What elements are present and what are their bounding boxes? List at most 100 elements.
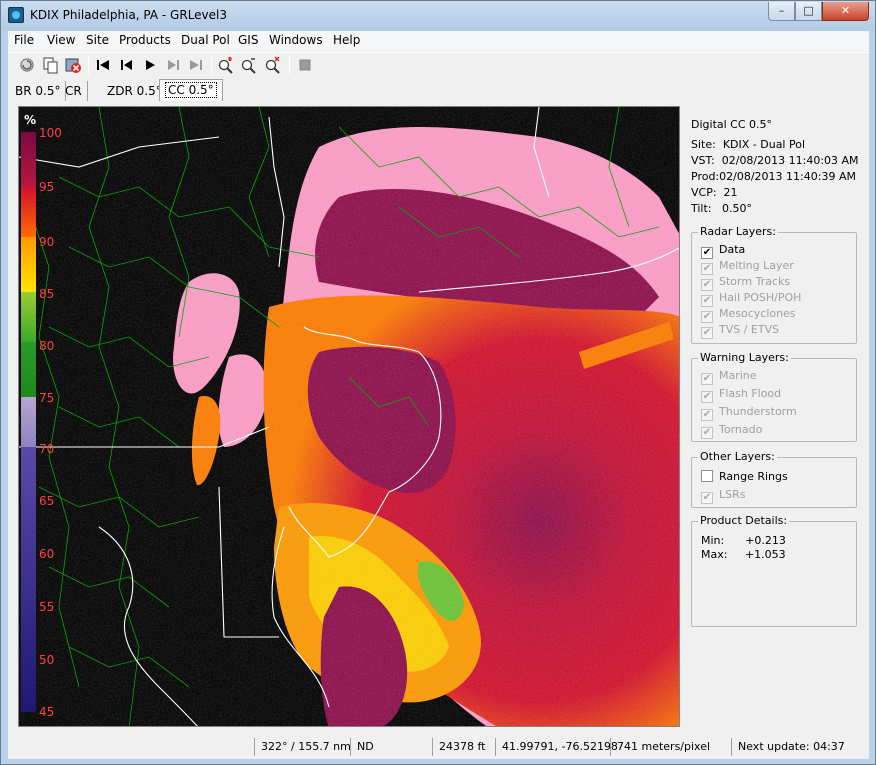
last-frame-icon[interactable] — [187, 56, 205, 74]
checkbox[interactable]: ✔ — [701, 327, 713, 339]
layer-flash-flood[interactable]: ✔ Flash Flood — [701, 387, 781, 403]
prod-value: 02/08/2013 11:40:39 AM — [719, 170, 856, 183]
menu-file[interactable]: File — [14, 33, 34, 47]
layer-label: Marine — [719, 369, 757, 382]
title-bar[interactable]: KDIX Philadelphia, PA - GRLevel3 – □ ✕ — [1, 1, 875, 31]
window-title: KDIX Philadelphia, PA - GRLevel3 — [30, 8, 228, 22]
layer-melting-layer[interactable]: ✔ Melting Layer — [701, 259, 794, 275]
copy-icon[interactable] — [41, 56, 59, 74]
reload-icon[interactable] — [18, 56, 36, 74]
menu-products[interactable]: Products — [119, 33, 171, 47]
checkbox[interactable]: ✔ — [701, 427, 713, 439]
first-frame-icon[interactable] — [94, 56, 112, 74]
site-value: KDIX - Dual Pol — [722, 138, 806, 151]
tab-cr[interactable]: CR — [60, 81, 88, 101]
menu-windows[interactable]: Windows — [269, 33, 323, 47]
checkbox[interactable]: ✔ — [701, 409, 713, 421]
layer-tvs[interactable]: ✔ TVS / ETVS — [701, 323, 779, 339]
radar-image[interactable] — [19, 107, 680, 727]
layer-label: Tornado — [719, 423, 763, 436]
layer-tornado[interactable]: ✔ Tornado — [701, 423, 762, 439]
app-window: KDIX Philadelphia, PA - GRLevel3 – □ ✕ F… — [0, 0, 876, 765]
zoom-out-icon[interactable] — [240, 56, 258, 74]
site-info: Site: KDIX - Dual Pol — [691, 138, 805, 151]
menu-help[interactable]: Help — [333, 33, 360, 47]
tab-label: CC 0.5° — [165, 82, 217, 98]
layer-label: Thunderstorm — [719, 405, 797, 418]
other-layers-group: Other Layers: Range Rings ✔ LSRs — [691, 450, 857, 508]
layer-label: Storm Tracks — [719, 275, 791, 288]
scale-tick: 55 — [39, 600, 55, 614]
warning-layers-group: Warning Layers: ✔ Marine ✔ Flash Flood ✔ Th… — [691, 351, 857, 442]
zoom-reset-icon[interactable] — [264, 56, 282, 74]
menu-site[interactable]: Site — [86, 33, 109, 47]
checkbox[interactable]: ✔ — [701, 492, 713, 504]
minimize-button[interactable]: – — [768, 2, 795, 21]
previous-frame-icon[interactable] — [118, 56, 136, 74]
scale-tick: 90 — [39, 235, 55, 249]
layer-label: Flash Flood — [719, 387, 782, 400]
play-icon[interactable] — [141, 56, 159, 74]
vst-value: 02/08/2013 11:40:03 AM — [721, 154, 859, 167]
stop-loop-icon[interactable] — [296, 56, 314, 74]
layer-hail[interactable]: ✔ Hail POSH/POH — [701, 291, 801, 307]
toolbar-separator — [88, 57, 89, 74]
vcp-label: VCP: — [691, 186, 717, 199]
scale-tick: 50 — [39, 653, 55, 667]
maximize-button[interactable]: □ — [795, 2, 822, 21]
menu-gis[interactable]: GIS — [238, 33, 258, 47]
layer-data[interactable]: ✔ Data — [701, 243, 745, 259]
resize-grip[interactable] — [850, 738, 869, 756]
info-panel: Digital CC 0.5° Site: KDIX - Dual Pol VS… — [687, 106, 863, 727]
checkbox[interactable]: ✔ — [701, 263, 713, 275]
detail-max: Max: +1.053 — [701, 548, 786, 561]
layer-thunderstorm[interactable]: ✔ Thunderstorm — [701, 405, 797, 421]
tab-br[interactable]: BR 0.5° — [10, 81, 67, 101]
client-area: File View Site Products Dual Pol GIS Win… — [8, 31, 869, 759]
prod-label: Prod: — [691, 170, 720, 183]
radar-map[interactable]: % 100 95 90 85 80 75 70 65 60 55 50 45 — [18, 106, 680, 727]
scale-tick: 100 — [39, 126, 62, 140]
checkbox[interactable]: ✔ — [701, 311, 713, 323]
checkbox[interactable]: ✔ — [701, 373, 713, 385]
layer-mesocyclones[interactable]: ✔ Mesocyclones — [701, 307, 796, 323]
scale-segment — [21, 132, 36, 187]
scale-tick: 60 — [39, 547, 55, 561]
layer-range-rings[interactable]: Range Rings — [701, 470, 788, 483]
layer-lsrs[interactable]: ✔ LSRs — [701, 488, 746, 504]
group-title: Radar Layers: — [698, 225, 778, 238]
status-azimuth-range: 322° / 155.7 nm — [254, 738, 355, 756]
scale-segment — [21, 237, 36, 292]
tab-cc[interactable]: CC 0.5° — [159, 79, 223, 101]
zoom-in-icon[interactable] — [217, 56, 235, 74]
stop-icon[interactable] — [64, 56, 82, 74]
layer-label: Hail POSH/POH — [719, 291, 802, 304]
vcp-value: 21 — [723, 186, 738, 199]
tab-zdr[interactable]: ZDR 0.5° — [102, 81, 168, 101]
menu-dual-pol[interactable]: Dual Pol — [181, 33, 230, 47]
vst-label: VST: — [691, 154, 715, 167]
scale-tick: 65 — [39, 494, 55, 508]
layer-label: Data — [719, 243, 746, 256]
checkbox[interactable]: ✔ — [701, 391, 713, 403]
menu-view[interactable]: View — [47, 33, 75, 47]
checkbox[interactable]: ✔ — [701, 279, 713, 291]
layer-storm-tracks[interactable]: ✔ Storm Tracks — [701, 275, 790, 291]
checkbox[interactable]: ✔ — [701, 295, 713, 307]
scale-unit: % — [24, 113, 37, 127]
layer-marine[interactable]: ✔ Marine — [701, 369, 757, 385]
toolbar-separator — [289, 57, 290, 74]
close-button[interactable]: ✕ — [822, 2, 869, 21]
min-label: Min: — [701, 534, 725, 547]
next-frame-icon[interactable] — [164, 56, 182, 74]
scale-tick: 85 — [39, 287, 55, 301]
scale-tick: 75 — [39, 391, 55, 405]
max-label: Max: — [701, 548, 728, 561]
checkbox[interactable] — [701, 470, 713, 482]
layer-label: Mesocyclones — [719, 307, 796, 320]
color-scale — [21, 132, 36, 712]
scale-segment — [21, 342, 36, 397]
checkbox[interactable]: ✔ — [701, 247, 713, 259]
tab-label: BR 0.5° — [15, 84, 61, 98]
layer-label: Range Rings — [719, 470, 788, 483]
